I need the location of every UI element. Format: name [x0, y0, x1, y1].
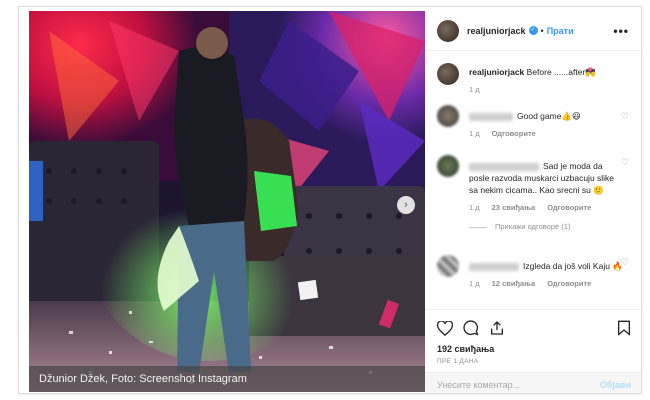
avatar[interactable]	[437, 255, 459, 277]
view-replies-label[interactable]: Прикажи одговоре (1)	[495, 221, 570, 233]
photo-illustration	[29, 11, 425, 392]
reply-button[interactable]: Одговорите	[547, 278, 591, 290]
comment-text: Good game👍😆	[517, 111, 581, 121]
photo-caption-bar: Džunior Džek, Foto: Screenshot Instagram	[29, 366, 425, 392]
post-side-panel: realjuniorjack ✓ • Прати ••• realjuniorj…	[425, 11, 641, 393]
verified-icon: ✓	[528, 26, 538, 35]
comment-time: 1 д	[469, 279, 480, 288]
more-icon[interactable]: •••	[613, 24, 629, 38]
comments-list: realjuniorjack Before ......after💏 1 д G…	[425, 61, 641, 288]
post-actions: 192 свиђања ПРЕ 1 ДАНА	[425, 309, 641, 365]
comment-item: Good game👍😆 1 д Одговорите ♡	[425, 105, 641, 140]
username[interactable]: realjuniorjack	[467, 26, 526, 36]
avatar[interactable]	[437, 63, 459, 85]
comment-likes[interactable]: 23 свиђања	[492, 202, 536, 214]
comment-item: Sad je moda da posle razvoda muskarci uz…	[425, 155, 641, 233]
heart-icon[interactable]: ♡	[621, 111, 629, 122]
comment-likes[interactable]: 12 свиђања	[492, 278, 536, 290]
caption-time: 1 д	[469, 85, 480, 94]
caption-text: Before ......after	[526, 67, 586, 77]
comment-input[interactable]	[437, 379, 600, 390]
comment-text: Izgleda da još voli Kaju 🔥	[523, 261, 623, 271]
heart-icon[interactable]: ♡	[621, 157, 629, 168]
comment-time: 1 д	[469, 129, 480, 138]
post-header: realjuniorjack ✓ • Прати •••	[425, 11, 641, 51]
heart-icon[interactable]: ♡	[621, 257, 629, 268]
bookmark-icon[interactable]	[617, 320, 631, 336]
post-comment-button[interactable]: Објави	[600, 380, 631, 390]
comment-username[interactable]	[469, 112, 513, 121]
photo-caption: Džunior Džek, Foto: Screenshot Instagram	[39, 373, 247, 385]
caption-username[interactable]: realjuniorjack	[469, 67, 524, 77]
separator-dot: •	[540, 25, 544, 36]
avatar[interactable]	[437, 19, 459, 42]
comment-time: 1 д	[469, 203, 480, 212]
caption-emoji: 💏	[585, 67, 596, 77]
avatar[interactable]	[437, 105, 459, 127]
view-replies[interactable]: Прикажи одговоре (1)	[469, 221, 625, 233]
follow-button[interactable]: Прати	[547, 26, 574, 36]
comment-icon[interactable]	[463, 320, 479, 336]
chevron-right-icon: ›	[404, 199, 408, 211]
likes-count[interactable]: 192 свиђања	[437, 344, 631, 354]
post-photo[interactable]: › Džunior Džek, Foto: Screenshot Instagr…	[29, 11, 425, 392]
divider	[469, 226, 487, 228]
instagram-post-embed: › Džunior Džek, Foto: Screenshot Instagr…	[18, 6, 642, 394]
share-icon[interactable]	[489, 320, 505, 336]
reply-button[interactable]: Одговорите	[492, 128, 536, 140]
post-caption: realjuniorjack Before ......after💏 1 д	[425, 61, 641, 96]
comment-item: Izgleda da još voli Kaju 🔥 1 д 12 свиђањ…	[425, 255, 641, 290]
next-photo-button[interactable]: ›	[397, 196, 415, 214]
avatar[interactable]	[437, 155, 459, 177]
heart-icon[interactable]	[437, 320, 453, 336]
post-time: ПРЕ 1 ДАНА	[437, 358, 479, 365]
comment-username[interactable]	[469, 262, 519, 271]
reply-button[interactable]: Одговорите	[547, 202, 591, 214]
comment-username[interactable]	[469, 162, 539, 171]
add-comment-bar: Објави	[425, 372, 641, 393]
